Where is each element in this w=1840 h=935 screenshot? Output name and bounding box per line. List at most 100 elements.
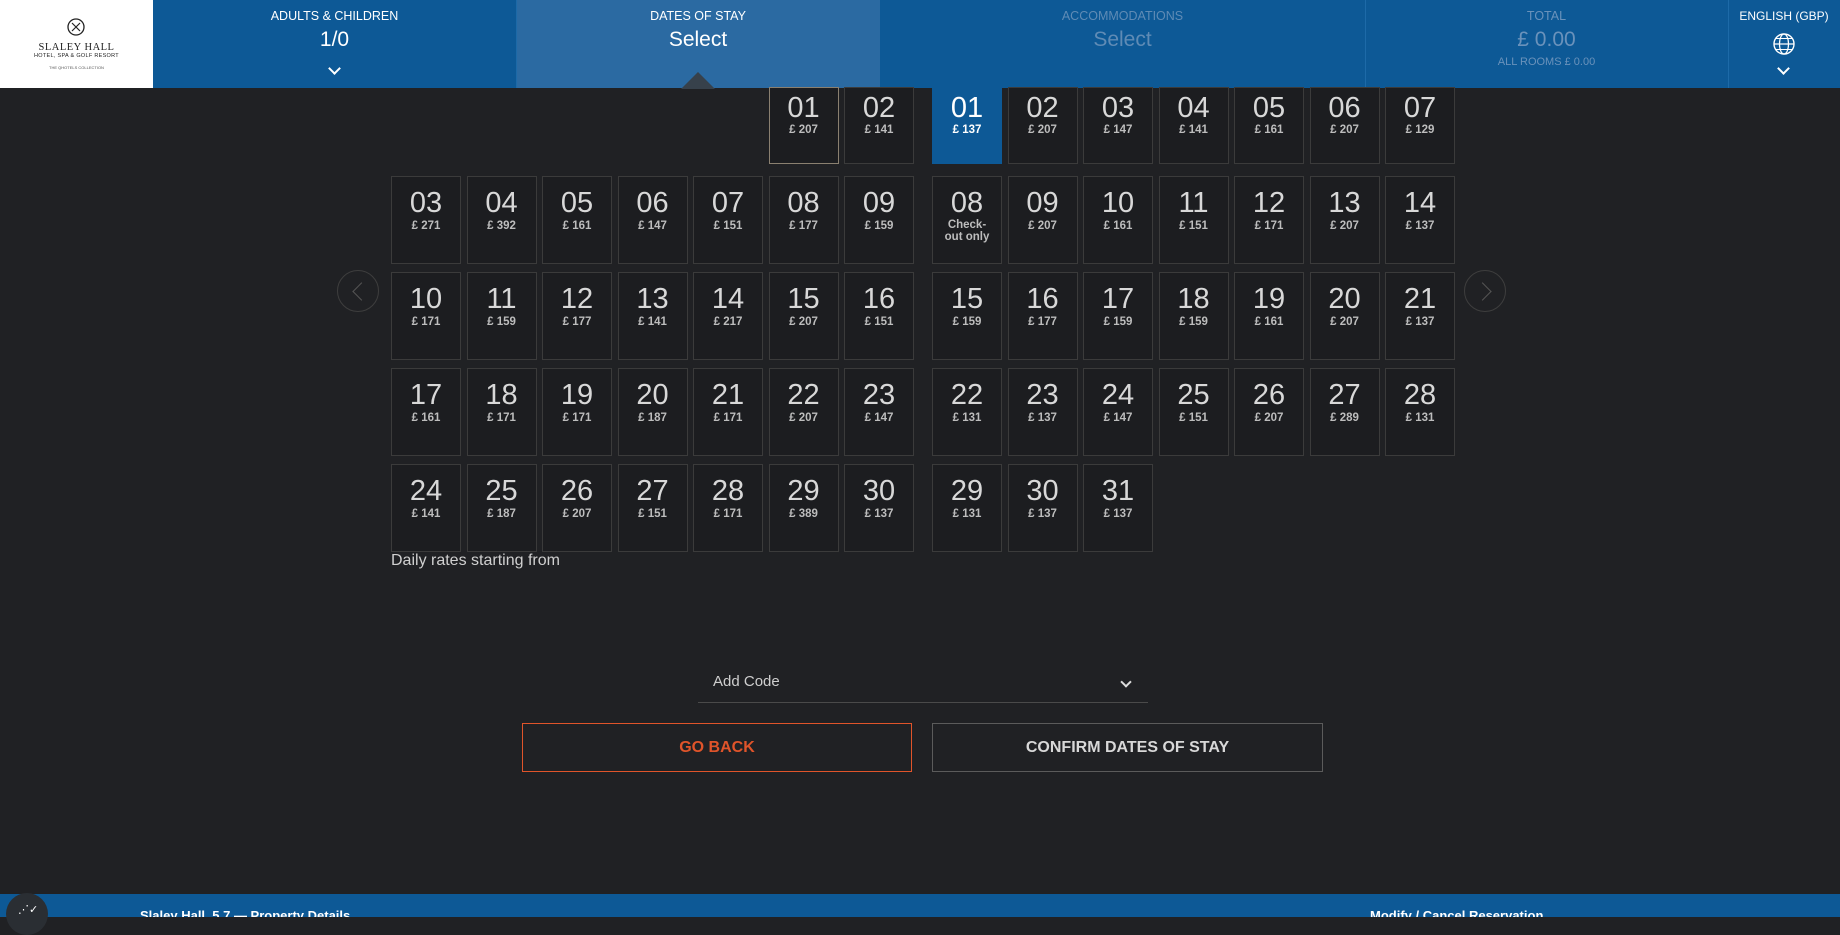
- calendar-day[interactable]: 03 £ 271: [391, 176, 461, 264]
- calendar-day[interactable]: 07 £ 129: [1385, 87, 1455, 164]
- guests-selector[interactable]: ADULTS & CHILDREN 1/0: [153, 0, 516, 88]
- calendar-day[interactable]: 18 £ 159: [1158, 272, 1229, 360]
- calendar-day[interactable]: 02 £ 207: [1007, 87, 1078, 164]
- day-price: £ 151: [1179, 220, 1208, 232]
- calendar-day[interactable]: 09 £ 159: [844, 176, 914, 264]
- calendar-day[interactable]: 29 £ 389: [768, 464, 839, 552]
- language-selector[interactable]: ENGLISH (GBP): [1728, 0, 1840, 88]
- calendar-day[interactable]: 28 £ 131: [1385, 368, 1455, 456]
- accommodations-selector[interactable]: ACCOMMODATIONS Select: [880, 0, 1365, 88]
- calendar-day[interactable]: 22 £ 131: [932, 368, 1002, 456]
- calendar-day[interactable]: 21 £ 137: [1385, 272, 1455, 360]
- calendar-day[interactable]: 24 £ 141: [391, 464, 461, 552]
- calendar-day[interactable]: 08 £ 177: [768, 176, 839, 264]
- logo-subtitle: HOTEL, SPA & GOLF RESORT: [34, 53, 119, 59]
- calendar-day[interactable]: 27 £ 289: [1309, 368, 1380, 456]
- previous-month-button[interactable]: [337, 270, 379, 312]
- calendar-day[interactable]: 07 £ 151: [693, 176, 763, 264]
- calendar-day[interactable]: 19 £ 161: [1234, 272, 1304, 360]
- calendar-day[interactable]: 31 £ 137: [1083, 464, 1153, 552]
- calendar-day[interactable]: 14 £ 217: [693, 272, 763, 360]
- day-price: £ 159: [487, 316, 516, 328]
- modify-reservation-link[interactable]: Modify / Cancel Reservation: [1370, 908, 1543, 917]
- calendar-day[interactable]: 15 £ 207: [768, 272, 839, 360]
- calendar-day[interactable]: 20 £ 207: [1309, 272, 1380, 360]
- calendar-day[interactable]: 12 £ 177: [542, 272, 612, 360]
- confirm-dates-button[interactable]: CONFIRM DATES OF STAY: [932, 723, 1323, 772]
- calendar-day[interactable]: 09 £ 207: [1007, 176, 1078, 264]
- day-number: 07: [711, 187, 745, 219]
- calendar-day[interactable]: 17 £ 159: [1083, 272, 1153, 360]
- calendar-day[interactable]: 08 Check-out only: [932, 176, 1002, 264]
- all-rooms-total: ALL ROOMS £ 0.00: [1497, 56, 1596, 68]
- day-number: 18: [485, 379, 518, 411]
- calendar-day[interactable]: 25 £ 187: [466, 464, 537, 552]
- day-number: 21: [711, 379, 745, 411]
- calendar-day[interactable]: 21 £ 171: [693, 368, 763, 456]
- calendar-day[interactable]: 28 £ 171: [693, 464, 763, 552]
- calendar-day[interactable]: 03 £ 147: [1083, 87, 1153, 164]
- day-number: 23: [862, 379, 896, 411]
- calendar-day[interactable]: 16 £ 177: [1007, 272, 1078, 360]
- calendar-day[interactable]: 13 £ 141: [617, 272, 688, 360]
- day-price: £ 151: [864, 316, 894, 328]
- total-summary: TOTAL £ 0.00 ALL ROOMS £ 0.00: [1365, 0, 1728, 88]
- calendar-day[interactable]: 14 £ 137: [1385, 176, 1455, 264]
- calendar-day[interactable]: 11 £ 151: [1158, 176, 1229, 264]
- calendar-day[interactable]: 10 £ 171: [391, 272, 461, 360]
- next-month-button[interactable]: [1464, 270, 1506, 312]
- calendar-day[interactable]: 26 £ 207: [542, 464, 612, 552]
- day-price: £ 171: [1254, 220, 1284, 232]
- calendar-day[interactable]: 04 £ 392: [466, 176, 537, 264]
- calendar-day[interactable]: 04 £ 141: [1158, 87, 1229, 164]
- calendar-day[interactable]: 02 £ 141: [844, 87, 914, 164]
- calendar-day[interactable]: 11 £ 159: [466, 272, 537, 360]
- calendar-day[interactable]: 17 £ 161: [391, 368, 461, 456]
- chevron-down-icon: [327, 62, 341, 75]
- calendar-day[interactable]: 16 £ 151: [844, 272, 914, 360]
- day-price: £ 159: [1103, 316, 1133, 328]
- calendar-day[interactable]: 22 £ 207: [768, 368, 839, 456]
- property-details-link[interactable]: Slaley Hall, 5.7 — Property Details: [140, 908, 350, 917]
- calendar-day[interactable]: 26 £ 207: [1234, 368, 1304, 456]
- day-number: 09: [862, 187, 896, 219]
- day-number: 27: [636, 475, 669, 507]
- calendar-day[interactable]: 05 £ 161: [542, 176, 612, 264]
- calendar-day[interactable]: 01 £ 207: [768, 87, 839, 164]
- add-code-dropdown[interactable]: Add Code: [698, 664, 1148, 703]
- calendar-day[interactable]: 18 £ 171: [466, 368, 537, 456]
- total-label: TOTAL: [1526, 9, 1567, 23]
- calendar-day[interactable]: 19 £ 171: [542, 368, 612, 456]
- calendar-day[interactable]: 10 £ 161: [1083, 176, 1153, 264]
- go-back-button[interactable]: GO BACK: [522, 723, 912, 772]
- active-pointer: [681, 72, 715, 89]
- calendar-day[interactable]: 29 £ 131: [932, 464, 1002, 552]
- calendar-day[interactable]: 13 £ 207: [1309, 176, 1380, 264]
- calendar-day[interactable]: 15 £ 159: [932, 272, 1002, 360]
- calendar-day[interactable]: 12 £ 171: [1234, 176, 1304, 264]
- calendar-day[interactable]: 27 £ 151: [617, 464, 688, 552]
- calendar-day[interactable]: 01 £ 137: [932, 87, 1002, 164]
- day-price: £ 171: [487, 412, 516, 424]
- dates-selector[interactable]: DATES OF STAY Select: [516, 0, 880, 89]
- day-price: £ 389: [789, 508, 818, 520]
- calendar-day[interactable]: 23 £ 137: [1007, 368, 1078, 456]
- guests-label: ADULTS & CHILDREN: [270, 9, 399, 23]
- calendar-day[interactable]: 20 £ 187: [617, 368, 688, 456]
- calendar-day[interactable]: 23 £ 147: [844, 368, 914, 456]
- calendar-day[interactable]: 30 £ 137: [844, 464, 914, 552]
- calendar-day[interactable]: 25 £ 151: [1158, 368, 1229, 456]
- booking-header: SLALEY HALL HOTEL, SPA & GOLF RESORT THE…: [0, 0, 1840, 89]
- day-price: £ 159: [864, 220, 894, 232]
- chevron-down-icon: [1120, 676, 1132, 688]
- calendar-day[interactable]: 24 £ 147: [1083, 368, 1153, 456]
- calendar-day[interactable]: 06 £ 207: [1309, 87, 1380, 164]
- hotel-logo[interactable]: SLALEY HALL HOTEL, SPA & GOLF RESORT THE…: [0, 0, 153, 88]
- day-price: £ 171: [562, 412, 592, 424]
- calendar-day[interactable]: 06 £ 147: [617, 176, 688, 264]
- chevron-down-icon: [1777, 62, 1790, 75]
- calendar-day[interactable]: 05 £ 161: [1234, 87, 1304, 164]
- chat-button[interactable]: ⋰✓: [6, 893, 48, 935]
- day-number: 17: [1101, 283, 1135, 315]
- calendar-day[interactable]: 30 £ 137: [1007, 464, 1078, 552]
